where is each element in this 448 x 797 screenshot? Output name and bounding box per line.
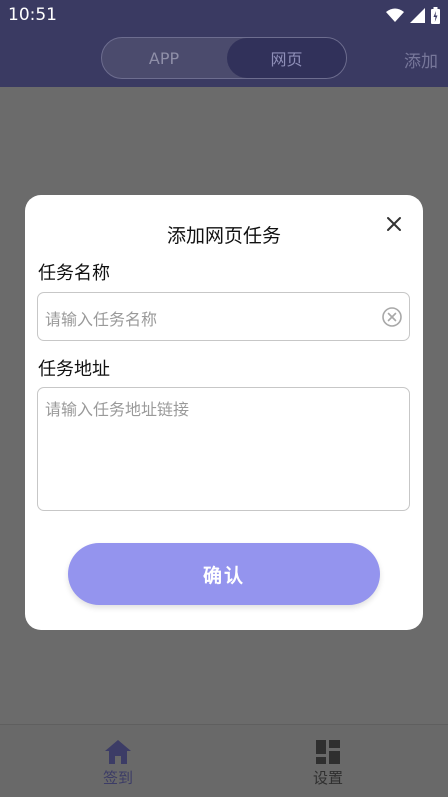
clear-icon[interactable]	[381, 306, 403, 328]
dialog-title: 添加网页任务	[166, 225, 281, 247]
task-name-placeholder: 请输入任务名称	[45, 310, 158, 329]
nav-label-settings: 设置	[312, 769, 343, 787]
battery-icon	[431, 6, 440, 24]
close-icon[interactable]	[383, 213, 405, 235]
add-web-task-dialog: 添加网页任务 任务名称 请输入任务名称 任务地址 请输入任务地址链接 确认	[25, 195, 423, 630]
dashboard-icon	[316, 740, 340, 764]
nav-label-signin: 签到	[102, 769, 133, 787]
status-time: 10:51	[8, 5, 57, 25]
task-name-label: 任务名称	[38, 263, 110, 284]
status-icons	[386, 6, 440, 24]
type-segmented-control: APP 网页	[101, 37, 347, 79]
task-address-textarea[interactable]: 请输入任务地址链接	[37, 387, 410, 511]
signal-icon	[410, 7, 425, 23]
task-address-placeholder: 请输入任务地址链接	[45, 400, 190, 419]
home-icon	[105, 740, 131, 764]
nav-item-settings[interactable]: 设置	[268, 725, 388, 797]
add-button[interactable]: 添加	[404, 47, 438, 72]
task-name-input[interactable]: 请输入任务名称	[37, 292, 410, 341]
task-address-label: 任务地址	[38, 359, 110, 380]
bottom-nav: 签到 设置	[0, 724, 448, 797]
app-header: 10:51 APP 网页 添加	[0, 0, 448, 87]
tab-web[interactable]: 网页	[227, 38, 346, 78]
confirm-button[interactable]: 确认	[68, 543, 380, 605]
nav-item-signin[interactable]: 签到	[58, 725, 178, 797]
wifi-icon	[386, 8, 404, 22]
tab-app[interactable]: APP	[102, 38, 226, 78]
